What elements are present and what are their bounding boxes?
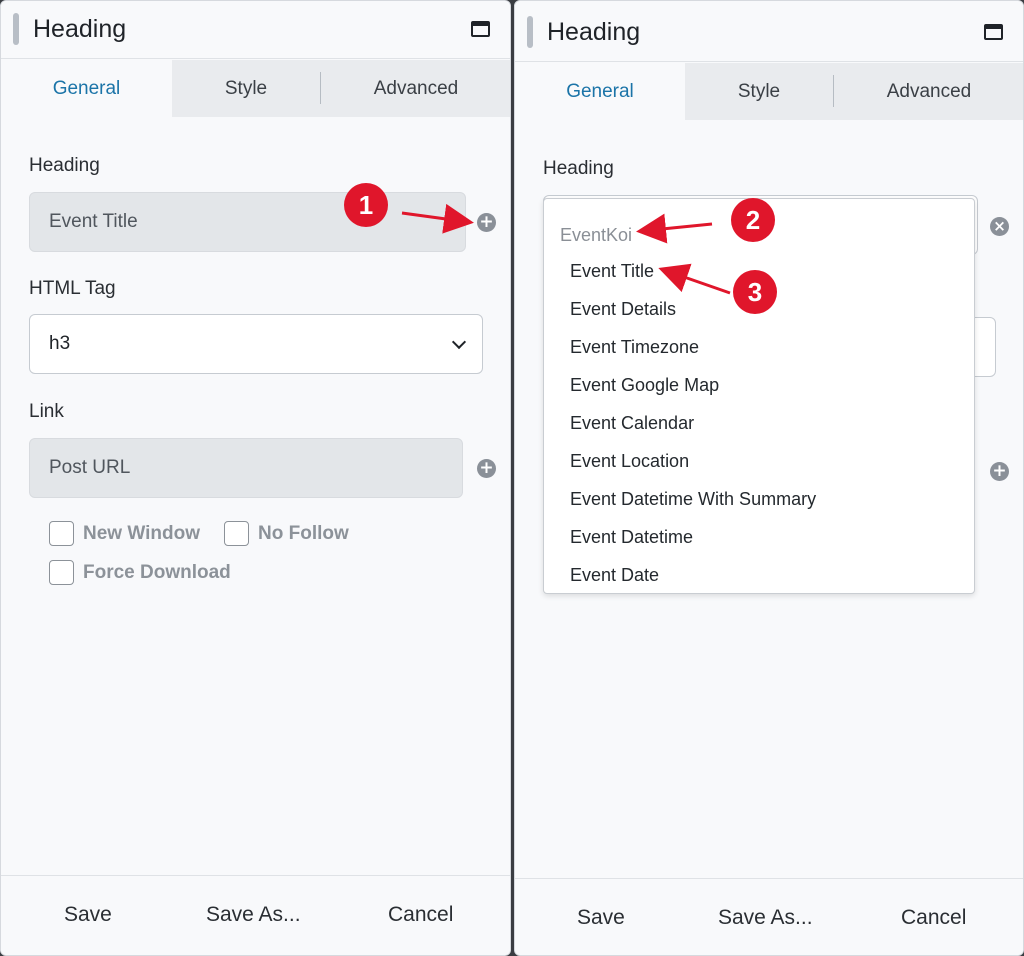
field-connection-dropdown: EventKoi Event Title Event Details Event… [543, 198, 975, 594]
dropdown-option[interactable]: Event Google Map [570, 375, 719, 396]
tab-advanced[interactable]: Advanced [320, 60, 510, 117]
chevron-down-icon [451, 334, 467, 350]
checkbox-label: No Follow [258, 522, 349, 544]
maximize-icon[interactable] [984, 24, 1003, 40]
heading-settings-panel-right: Heading General Style Advanced Heading ×… [514, 0, 1024, 956]
html-tag-label: HTML Tag [29, 278, 116, 299]
tab-bar: General Style Advanced [1, 60, 510, 117]
add-icon[interactable]: + [477, 213, 496, 232]
checkbox-box[interactable] [49, 560, 74, 585]
add-icon[interactable]: + [477, 459, 496, 478]
annotation-badge-3: 3 [733, 270, 777, 314]
panel-footer: Save Save As... Cancel [1, 875, 510, 955]
drag-handle[interactable] [13, 13, 19, 45]
panel-header: Heading [1, 1, 510, 59]
checkbox-label: Force Download [83, 561, 231, 583]
annotation-badge-2: 2 [731, 198, 775, 242]
tab-advanced[interactable]: Advanced [833, 63, 1023, 120]
checkbox-box[interactable] [224, 521, 249, 546]
panel-title: Heading [547, 18, 641, 46]
tab-general[interactable]: General [1, 60, 172, 117]
html-tag-value: h3 [49, 333, 71, 354]
panel-footer: Save Save As... Cancel [515, 878, 1023, 955]
dropdown-option[interactable]: Event Timezone [570, 337, 699, 358]
checkbox-box[interactable] [49, 521, 74, 546]
html-tag-select[interactable]: h3 [29, 314, 483, 374]
save-as-button[interactable]: Save As... [206, 903, 301, 927]
checkbox-label: New Window [83, 522, 200, 544]
heading-label: Heading [543, 158, 614, 179]
drag-handle[interactable] [527, 16, 533, 48]
save-button[interactable]: Save [577, 906, 625, 930]
link-label: Link [29, 401, 64, 422]
dropdown-option[interactable]: Event Date [570, 565, 659, 586]
dropdown-option[interactable]: Event Location [570, 451, 689, 472]
no-follow-checkbox[interactable]: No Follow [224, 521, 349, 546]
panel-header: Heading [515, 4, 1023, 62]
dropdown-option[interactable]: Event Title [570, 261, 654, 282]
maximize-icon[interactable] [471, 21, 490, 37]
tab-style[interactable]: Style [685, 63, 833, 120]
panel-title: Heading [33, 15, 127, 43]
cancel-button[interactable]: Cancel [901, 906, 966, 930]
heading-label: Heading [29, 155, 100, 176]
clear-icon[interactable]: × [990, 217, 1009, 236]
dropdown-option[interactable]: Event Details [570, 299, 676, 320]
cancel-button[interactable]: Cancel [388, 903, 453, 927]
link-input[interactable]: Post URL [29, 438, 463, 498]
save-as-button[interactable]: Save As... [718, 906, 813, 930]
add-icon[interactable]: + [990, 462, 1009, 481]
heading-input[interactable]: Event Title [29, 192, 466, 252]
force-download-checkbox[interactable]: Force Download [49, 560, 231, 585]
save-button[interactable]: Save [64, 903, 112, 927]
new-window-checkbox[interactable]: New Window [49, 521, 200, 546]
dropdown-option[interactable]: Event Datetime [570, 527, 693, 548]
heading-settings-panel-left: Heading General Style Advanced Heading E… [0, 0, 511, 956]
dropdown-option[interactable]: Event Datetime With Summary [570, 489, 816, 510]
tab-style[interactable]: Style [172, 60, 320, 117]
dropdown-group-label: EventKoi [560, 225, 633, 245]
annotation-badge-1: 1 [344, 183, 388, 227]
dropdown-option[interactable]: Event Calendar [570, 413, 694, 434]
tab-general[interactable]: General [515, 63, 685, 120]
tab-bar: General Style Advanced [515, 63, 1023, 120]
